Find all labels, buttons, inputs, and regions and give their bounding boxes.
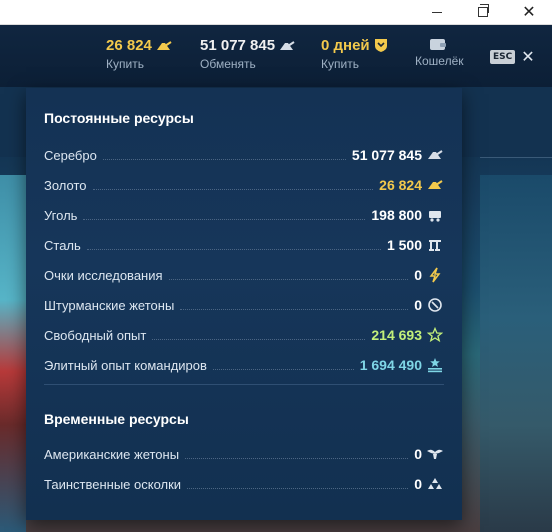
resource-row-mysterious-shards: Таинственные осколки 0 [44,474,444,494]
credits-value: 51 077 845 [200,37,276,54]
star-outline-icon [426,327,444,343]
resource-value: 214 693 [371,327,422,343]
window-titlebar: ✕ [0,0,552,25]
compass-icon [426,297,444,313]
maximize-button[interactable] [460,0,506,24]
resource-value: 0 [414,297,422,313]
buy-premium-label: Купить [321,57,359,71]
close-icon: ✕ [522,2,536,21]
resource-value: 198 800 [371,207,422,223]
close-window-button[interactable]: ✕ [506,0,552,24]
dotted-leader [86,248,381,250]
close-panel-button[interactable]: ESC ✕ [490,47,535,66]
dotted-leader [168,278,409,280]
gold-icon [156,40,172,50]
premium-value: 0 дней [321,37,370,54]
resource-row-free-xp: Свободный опыт 214 693 [44,325,444,345]
resource-bar: 26 824 Купить 51 077 845 Обменять 0 дней… [0,25,552,87]
resource-value: 1 500 [386,237,422,253]
resource-name: Сталь [44,237,81,253]
resource-row-elite-commander-xp: Элитный опыт командиров 1 694 490 [44,355,444,375]
wallet-resource[interactable]: Кошелёк [415,37,464,68]
wallet-icon [430,39,446,50]
resource-value: 0 [414,446,422,462]
dotted-leader [83,218,366,220]
steel-beam-icon [426,237,444,253]
dotted-leader [102,158,346,160]
temporary-resources-title: Временные ресурсы [44,411,189,427]
resources-panel: Постоянные ресурсы Серебро 51 077 845 Зо… [26,88,462,520]
dotted-leader [152,338,366,340]
exchange-label: Обменять [200,57,256,71]
resource-row-steel: Сталь 1 500 [44,235,444,255]
minimize-icon [432,11,442,13]
resource-row-coal: Уголь 198 800 [44,205,444,225]
shards-icon [426,476,444,492]
dotted-leader [187,487,409,489]
resource-name: Уголь [44,207,78,223]
resource-name: Свободный опыт [44,327,147,343]
resource-name: Очки исследования [44,267,163,283]
dotted-leader [185,457,409,459]
resource-value: 0 [414,267,422,283]
resource-value: 0 [414,476,422,492]
resource-name: Серебро [44,147,97,163]
divider-line [480,157,552,158]
minimize-button[interactable] [414,0,460,24]
resource-name: Таинственные осколки [44,476,182,492]
coal-cart-icon [426,207,444,223]
resource-name: Золото [44,177,87,193]
resource-value: 51 077 845 [351,147,422,163]
section-divider [44,384,444,385]
resource-row-research-points: Очки исследования 0 [44,265,444,285]
restore-icon [478,4,489,17]
background-art-left [0,175,26,532]
eagle-token-icon [426,446,444,462]
research-bolt-icon [426,267,444,283]
elite-star-icon [426,357,444,373]
silver-icon [280,40,295,50]
resource-name: Элитный опыт командиров [44,357,207,373]
silver-icon [426,147,444,163]
resource-value: 26 824 [379,177,422,193]
close-icon: ✕ [521,47,535,66]
dotted-leader [92,188,374,190]
resource-value: 1 694 490 [359,357,422,373]
gold-resource[interactable]: 26 824 Купить [106,37,172,71]
resource-row-american-tokens: Американские жетоны 0 [44,444,444,464]
gold-icon [426,177,444,193]
premium-shield-icon [374,39,387,52]
buy-gold-label: Купить [106,57,144,71]
dotted-leader [180,308,409,310]
wallet-label: Кошелёк [415,54,464,68]
background-art-right [480,175,552,532]
resource-row-silver: Серебро 51 077 845 [44,145,444,165]
resource-row-navigator-tokens: Штурманские жетоны 0 [44,295,444,315]
permanent-resources-title: Постоянные ресурсы [44,110,194,126]
credits-resource[interactable]: 51 077 845 Обменять [200,37,295,71]
gold-value: 26 824 [106,37,152,54]
resource-name: Американские жетоны [44,446,180,462]
dotted-leader [212,368,354,370]
esc-key-badge: ESC [490,49,516,64]
resource-row-gold: Золото 26 824 [44,175,444,195]
resource-name: Штурманские жетоны [44,297,175,313]
premium-resource[interactable]: 0 дней Купить [321,37,388,71]
